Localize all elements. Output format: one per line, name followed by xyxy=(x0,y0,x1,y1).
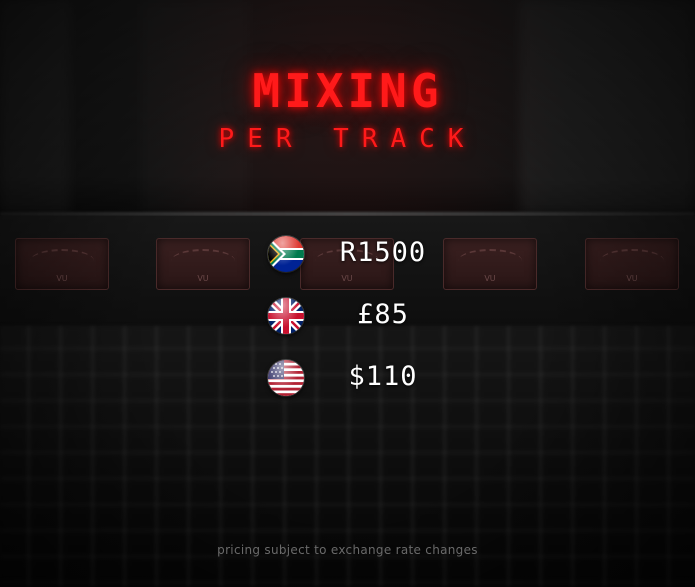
page-title: MIXING xyxy=(252,64,443,118)
pricing-banner: VU VU VU VU VU MIXING PER TRACK R1500 xyxy=(0,0,695,587)
page-subtitle: PER TRACK xyxy=(218,124,477,154)
price-usd: $110 xyxy=(348,361,418,392)
price-row-usd: $110 xyxy=(268,360,448,400)
price-gbp: £85 xyxy=(357,299,409,330)
exchange-rate-disclaimer: pricing subject to exchange rate changes xyxy=(217,543,478,557)
price-row-gbp: £85 xyxy=(268,298,448,338)
us-flag-icon xyxy=(268,360,304,396)
price-zar: R1500 xyxy=(339,237,427,268)
price-row-zar: R1500 xyxy=(268,236,448,276)
south-africa-flag-icon xyxy=(268,236,304,272)
uk-flag-icon xyxy=(268,298,304,334)
